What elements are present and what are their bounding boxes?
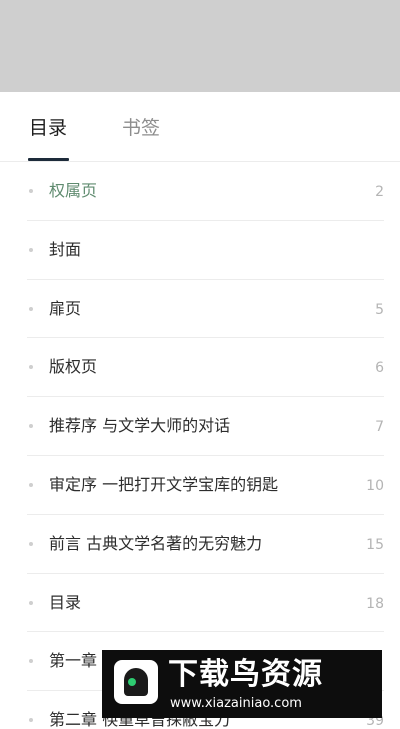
bullet-icon bbox=[29, 424, 33, 429]
toc-item-page: 18 bbox=[366, 595, 384, 612]
tab-bookmarks[interactable]: 书签 bbox=[122, 114, 160, 142]
bullet-icon bbox=[29, 247, 33, 252]
toc-item-page: 6 bbox=[375, 360, 384, 377]
toc-item-title: 目录 bbox=[49, 592, 82, 612]
toc-item[interactable]: 权属页 2 bbox=[0, 162, 400, 221]
bird-logo-icon bbox=[114, 660, 158, 704]
site-watermark: 下载鸟资源 www.xiazainiao.com bbox=[102, 650, 382, 718]
toc-item-title: 权属页 bbox=[49, 181, 98, 200]
bullet-icon bbox=[29, 600, 33, 605]
toc-item-page: 5 bbox=[375, 301, 384, 318]
toc-item-title: 扉页 bbox=[49, 298, 82, 318]
toc-item[interactable]: 封面 bbox=[0, 221, 400, 280]
toc-item[interactable]: 审定序 一把打开文学宝库的钥匙 10 bbox=[0, 456, 400, 515]
toc-item-title: 前言 古典文学名著的无穷魅力 bbox=[49, 533, 263, 553]
toc-item[interactable]: 推荐序 与文学大师的对话 7 bbox=[0, 397, 400, 456]
tab-toc[interactable]: 目录 bbox=[29, 114, 67, 142]
bullet-icon bbox=[29, 718, 33, 723]
bullet-icon bbox=[29, 541, 33, 546]
bullet-icon bbox=[29, 189, 33, 193]
toc-item-title: 审定序 一把打开文学宝库的钥匙 bbox=[49, 474, 279, 494]
bullet-icon bbox=[29, 482, 33, 487]
bullet-icon bbox=[29, 659, 33, 664]
toc-item-title: 封面 bbox=[49, 239, 82, 259]
watermark-title: 下载鸟资源 bbox=[168, 657, 323, 692]
watermark-url: www.xiazainiao.com bbox=[170, 696, 302, 711]
toc-item[interactable]: 版权页 6 bbox=[0, 338, 400, 397]
toc-list: 权属页 2 封面 扉页 5 版权页 6 推荐序 与文学大师的对话 7 审定序 一… bbox=[0, 162, 400, 729]
toc-item[interactable]: 扉页 5 bbox=[0, 280, 400, 339]
toc-item[interactable]: 前言 古典文学名著的无穷魅力 15 bbox=[0, 515, 400, 574]
dimmed-reader-background[interactable] bbox=[0, 0, 400, 92]
toc-panel: 目录 书签 权属页 2 封面 扉页 5 版权页 6 推荐序 与文学大师的对话 7 bbox=[0, 92, 400, 729]
toc-item-page: 10 bbox=[366, 477, 384, 494]
toc-item-title: 推荐序 与文学大师的对话 bbox=[49, 416, 231, 436]
toc-item-title: 第一章 bbox=[49, 651, 98, 671]
active-tab-indicator bbox=[28, 158, 69, 161]
bullet-icon bbox=[29, 365, 33, 370]
toc-item-page: 15 bbox=[366, 536, 384, 553]
toc-item-page: 2 bbox=[375, 184, 384, 200]
toc-item-page: 7 bbox=[375, 419, 384, 436]
tab-bar: 目录 书签 bbox=[0, 92, 400, 162]
toc-item[interactable]: 目录 18 bbox=[0, 574, 400, 633]
bullet-icon bbox=[29, 306, 33, 311]
toc-item-title: 版权页 bbox=[49, 357, 98, 377]
